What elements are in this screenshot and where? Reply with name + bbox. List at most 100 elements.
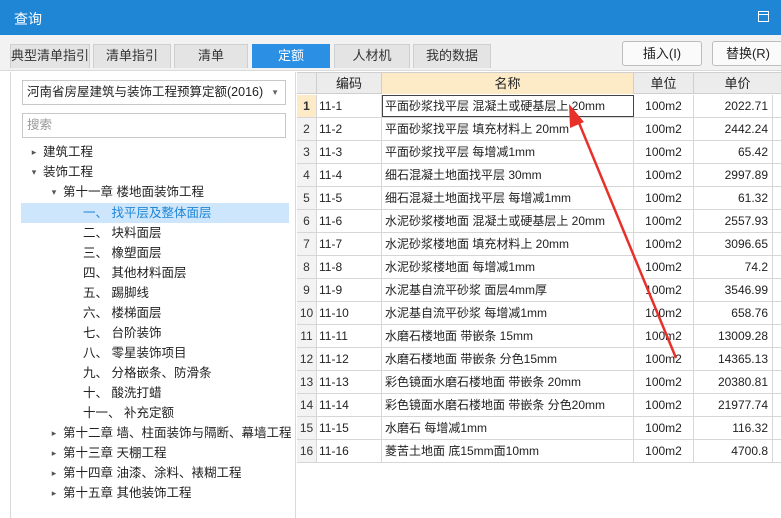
tree-collapse-icon[interactable]: ▾ xyxy=(49,182,59,202)
cell-code[interactable]: 11-14 xyxy=(317,394,382,416)
search-input[interactable]: 搜索 xyxy=(22,113,286,138)
cell-name[interactable]: 水泥砂浆楼地面 混凝土或硬基层上 20mm xyxy=(382,210,634,232)
cell-name[interactable]: 彩色镜面水磨石楼地面 带嵌条 分色20mm xyxy=(382,394,634,416)
cell-unit[interactable]: 100m2 xyxy=(634,394,694,416)
cell-unit[interactable]: 100m2 xyxy=(634,325,694,347)
row-number[interactable]: 13 xyxy=(297,371,317,393)
tree-expand-icon[interactable]: ▸ xyxy=(49,483,59,503)
cell-price[interactable]: 14365.13 xyxy=(694,348,773,370)
tree-node-section-1[interactable]: 一、 找平层及整体面层 xyxy=(21,203,289,223)
cell-name[interactable]: 水泥砂浆楼地面 填充材料上 20mm xyxy=(382,233,634,255)
table-row[interactable]: 4 11-4 细石混凝土地面找平层 30mm 100m2 2997.89 xyxy=(297,164,781,187)
tree-expand-icon[interactable]: ▸ xyxy=(49,463,59,483)
cell-name[interactable]: 平面砂浆找平层 每增减1mm xyxy=(382,141,634,163)
cell-name[interactable]: 细石混凝土地面找平层 每增减1mm xyxy=(382,187,634,209)
cell-price[interactable]: 2022.71 xyxy=(694,95,773,117)
row-number[interactable]: 15 xyxy=(297,417,317,439)
tab-quota[interactable]: 定额 xyxy=(252,44,330,68)
row-number[interactable]: 12 xyxy=(297,348,317,370)
tree-expand-icon[interactable]: ▸ xyxy=(29,142,39,162)
column-header-name[interactable]: 名称 xyxy=(382,73,634,94)
cell-code[interactable]: 11-1 xyxy=(317,95,382,117)
cell-price[interactable]: 21977.74 xyxy=(694,394,773,416)
cell-name[interactable]: 水磨石楼地面 带嵌条 15mm xyxy=(382,325,634,347)
row-number[interactable]: 9 xyxy=(297,279,317,301)
tree-node-section-9[interactable]: 九、 分格嵌条、防滑条 xyxy=(21,363,289,383)
cell-unit[interactable]: 100m2 xyxy=(634,371,694,393)
tab-bill[interactable]: 清单 xyxy=(174,44,248,68)
tree-node-chapter-15[interactable]: ▸ 第十五章 其他装饰工程 xyxy=(21,483,289,503)
cell-unit[interactable]: 100m2 xyxy=(634,118,694,140)
insert-button[interactable]: 插入(I) xyxy=(622,41,702,66)
row-number[interactable]: 8 xyxy=(297,256,317,278)
row-number[interactable]: 10 xyxy=(297,302,317,324)
chevron-down-icon[interactable]: ▼ xyxy=(271,81,279,104)
replace-button[interactable]: 替换(R) xyxy=(712,41,781,66)
cell-code[interactable]: 11-11 xyxy=(317,325,382,347)
cell-unit[interactable]: 100m2 xyxy=(634,348,694,370)
tree-node-section-11[interactable]: 十一、 补充定额 xyxy=(21,403,289,423)
table-row[interactable]: 16 11-16 菱苦土地面 底15mm面10mm 100m2 4700.8 xyxy=(297,440,781,463)
row-number[interactable]: 5 xyxy=(297,187,317,209)
cell-price[interactable]: 2997.89 xyxy=(694,164,773,186)
tree-node-section-7[interactable]: 七、 台阶装饰 xyxy=(21,323,289,343)
row-number[interactable]: 14 xyxy=(297,394,317,416)
quota-library-select[interactable]: 河南省房屋建筑与装饰工程预算定额(2016) ▼ xyxy=(22,80,286,105)
cell-unit[interactable]: 100m2 xyxy=(634,302,694,324)
tree-expand-icon[interactable]: ▸ xyxy=(49,443,59,463)
tree-node-section-5[interactable]: 五、 踢脚线 xyxy=(21,283,289,303)
table-row[interactable]: 8 11-8 水泥砂浆楼地面 每增减1mm 100m2 74.2 xyxy=(297,256,781,279)
cell-price[interactable]: 2557.93 xyxy=(694,210,773,232)
cell-unit[interactable]: 100m2 xyxy=(634,256,694,278)
cell-name[interactable]: 水泥基自流平砂浆 面层4mm厚 xyxy=(382,279,634,301)
row-number[interactable]: 1 xyxy=(297,95,317,117)
cell-name[interactable]: 平面砂浆找平层 混凝土或硬基层上 20mm xyxy=(382,95,634,117)
column-header-code[interactable]: 编码 xyxy=(317,73,382,94)
tab-labor-material-machine[interactable]: 人材机 xyxy=(334,44,410,68)
table-row[interactable]: 5 11-5 细石混凝土地面找平层 每增减1mm 100m2 61.32 xyxy=(297,187,781,210)
cell-name[interactable]: 水磨石楼地面 带嵌条 分色15mm xyxy=(382,348,634,370)
table-row[interactable]: 9 11-9 水泥基自流平砂浆 面层4mm厚 100m2 3546.99 xyxy=(297,279,781,302)
cell-name[interactable]: 彩色镜面水磨石楼地面 带嵌条 20mm xyxy=(382,371,634,393)
tab-my-data[interactable]: 我的数据 xyxy=(413,44,491,68)
table-row[interactable]: 6 11-6 水泥砂浆楼地面 混凝土或硬基层上 20mm 100m2 2557.93 xyxy=(297,210,781,233)
column-header-unit[interactable]: 单位 xyxy=(634,73,694,94)
tree-node-section-4[interactable]: 四、 其他材料面层 xyxy=(21,263,289,283)
cell-price[interactable]: 61.32 xyxy=(694,187,773,209)
cell-code[interactable]: 11-2 xyxy=(317,118,382,140)
tree-node-chapter-12[interactable]: ▸ 第十二章 墙、柱面装饰与隔断、幕墙工程 xyxy=(21,423,292,443)
cell-code[interactable]: 11-8 xyxy=(317,256,382,278)
row-number[interactable]: 6 xyxy=(297,210,317,232)
tree-collapse-icon[interactable]: ▾ xyxy=(29,162,39,182)
cell-price[interactable]: 65.42 xyxy=(694,141,773,163)
table-row[interactable]: 15 11-15 水磨石 每增减1mm 100m2 116.32 xyxy=(297,417,781,440)
tree-node-section-8[interactable]: 八、 零星装饰项目 xyxy=(21,343,289,363)
row-number[interactable]: 2 xyxy=(297,118,317,140)
tree-node-chapter-14[interactable]: ▸ 第十四章 油漆、涂料、裱糊工程 xyxy=(21,463,289,483)
row-number[interactable]: 11 xyxy=(297,325,317,347)
cell-unit[interactable]: 100m2 xyxy=(634,210,694,232)
table-row[interactable]: 13 11-13 彩色镜面水磨石楼地面 带嵌条 20mm 100m2 20380.81 xyxy=(297,371,781,394)
cell-unit[interactable]: 100m2 xyxy=(634,95,694,117)
cell-code[interactable]: 11-4 xyxy=(317,164,382,186)
cell-code[interactable]: 11-13 xyxy=(317,371,382,393)
tab-typical-bill-guide[interactable]: 典型清单指引 xyxy=(10,44,90,68)
cell-code[interactable]: 11-15 xyxy=(317,417,382,439)
tree-node-decoration-works[interactable]: ▾ 装饰工程 xyxy=(21,162,289,182)
cell-price[interactable]: 4700.8 xyxy=(694,440,773,462)
row-number[interactable]: 4 xyxy=(297,164,317,186)
cell-price[interactable]: 2442.24 xyxy=(694,118,773,140)
tree-node-chapter-13[interactable]: ▸ 第十三章 天棚工程 xyxy=(21,443,289,463)
cell-name[interactable]: 细石混凝土地面找平层 30mm xyxy=(382,164,634,186)
cell-price[interactable]: 116.32 xyxy=(694,417,773,439)
cell-price[interactable]: 74.2 xyxy=(694,256,773,278)
window-maximize-icon[interactable] xyxy=(758,11,769,22)
cell-price[interactable]: 3096.65 xyxy=(694,233,773,255)
cell-code[interactable]: 11-10 xyxy=(317,302,382,324)
tree-node-building-works[interactable]: ▸ 建筑工程 xyxy=(21,142,289,162)
tab-bill-guide[interactable]: 清单指引 xyxy=(93,44,171,68)
cell-unit[interactable]: 100m2 xyxy=(634,417,694,439)
tree-node-section-2[interactable]: 二、 块料面层 xyxy=(21,223,289,243)
tree-node-section-6[interactable]: 六、 楼梯面层 xyxy=(21,303,289,323)
table-row[interactable]: 11 11-11 水磨石楼地面 带嵌条 15mm 100m2 13009.28 xyxy=(297,325,781,348)
